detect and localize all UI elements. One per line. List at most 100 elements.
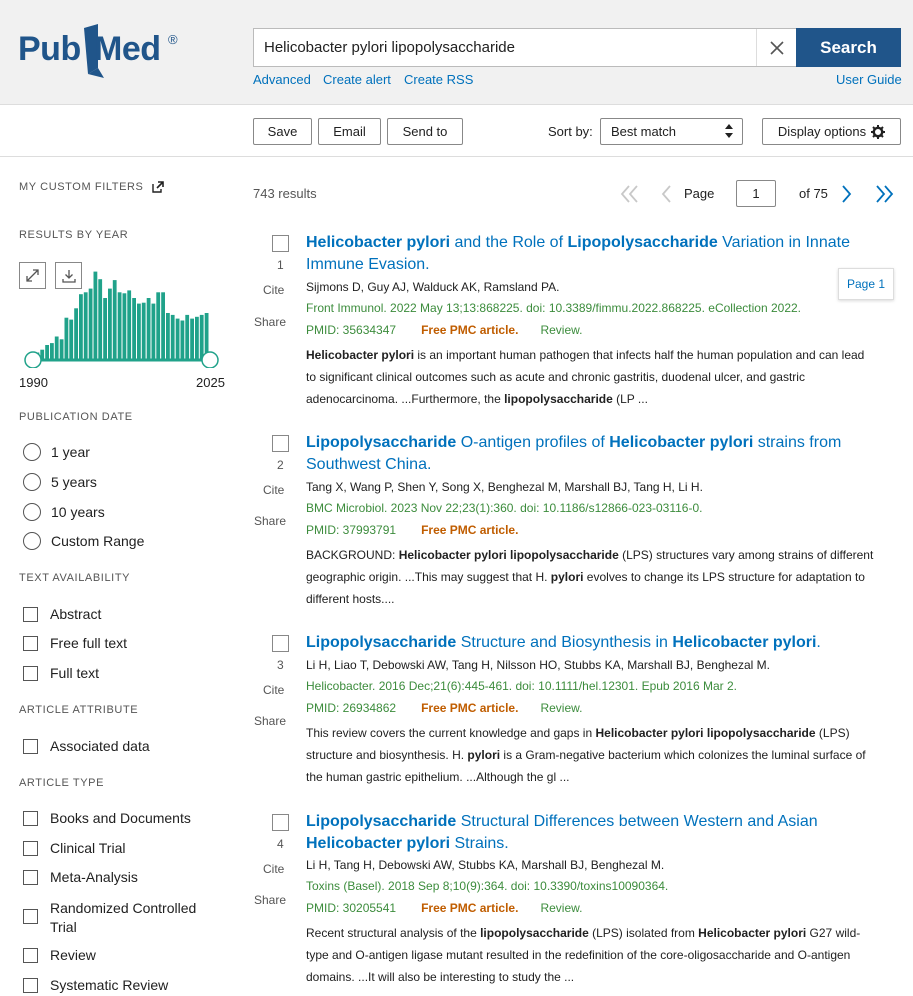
result-authors: Li H, Liao T, Debowski AW, Tang H, Nilss…: [306, 658, 770, 672]
type-filter-systematic-review[interactable]: Systematic Review: [23, 977, 168, 993]
checkbox[interactable]: [23, 635, 38, 651]
sort-by-label: Sort by:: [548, 124, 593, 139]
my-custom-filters-link[interactable]: MY CUSTOM FILTERS: [19, 181, 164, 193]
free-pmc-badge[interactable]: Free PMC article.: [421, 523, 518, 537]
result-select-checkbox[interactable]: [272, 814, 289, 831]
type-filter-randomized-controlled-trial[interactable]: Randomized Controlled Trial: [23, 899, 220, 937]
option-label: Custom Range: [51, 533, 145, 549]
highlighted-term: Lipopolysaccharide: [306, 434, 457, 451]
date-filter-custom-range[interactable]: Custom Range: [23, 532, 144, 550]
result-title-link[interactable]: Lipopolysaccharide Structural Difference…: [306, 811, 886, 855]
radio-button[interactable]: [23, 532, 41, 550]
histogram-bar: [64, 317, 69, 360]
free-pmc-badge[interactable]: Free PMC article.: [421, 901, 518, 915]
result-select-checkbox[interactable]: [272, 235, 289, 252]
result-authors: Sijmons D, Guy AJ, Walduck AK, Ramsland …: [306, 280, 560, 294]
histogram-bar: [127, 290, 132, 360]
type-filter-meta-analysis[interactable]: Meta-Analysis: [23, 869, 138, 885]
radio-button[interactable]: [23, 473, 41, 491]
highlighted-term: Lipopolysaccharide: [567, 234, 718, 251]
email-button[interactable]: Email: [318, 118, 381, 145]
result-title-link[interactable]: Lipopolysaccharide Structure and Biosynt…: [306, 632, 886, 654]
histogram-bar: [151, 303, 156, 360]
pubmed-logo[interactable]: Pub Med ®: [18, 22, 188, 80]
display-options-button[interactable]: Display options: [762, 118, 901, 145]
text-filter-abstract[interactable]: Abstract: [23, 606, 101, 622]
previous-page-icon[interactable]: [660, 185, 672, 203]
free-pmc-badge[interactable]: Free PMC article.: [421, 701, 518, 715]
checkbox[interactable]: [23, 869, 38, 885]
user-guide-link[interactable]: User Guide: [836, 72, 902, 87]
cite-button[interactable]: Cite: [263, 283, 284, 297]
search-query-text[interactable]: Helicobacter pylori lipopolysaccharide: [264, 39, 515, 56]
advanced-search-link[interactable]: Advanced: [253, 72, 311, 87]
search-input[interactable]: Helicobacter pylori lipopolysaccharide: [253, 28, 796, 67]
year-end-label: 2025: [196, 375, 225, 390]
checkbox[interactable]: [23, 665, 38, 681]
histogram-bar: [180, 320, 185, 360]
checkbox[interactable]: [23, 947, 38, 963]
option-label: Review: [50, 947, 96, 963]
histogram-bar: [190, 318, 194, 360]
share-button[interactable]: Share: [254, 315, 286, 329]
highlighted-term: Helicobacter pylori lipopolysaccharide: [398, 548, 619, 562]
create-rss-link[interactable]: Create RSS: [404, 72, 473, 87]
type-filter-books-and-documents[interactable]: Books and Documents: [23, 810, 191, 826]
checkbox[interactable]: [23, 909, 38, 924]
free-pmc-badge[interactable]: Free PMC article.: [421, 323, 518, 337]
share-button[interactable]: Share: [254, 893, 286, 907]
option-label: Free full text: [50, 635, 128, 651]
attribute-filter-associated-data[interactable]: Associated data: [23, 738, 150, 754]
first-page-icon[interactable]: [620, 185, 640, 203]
snippet-text: (LP ...: [612, 392, 648, 406]
next-page-icon[interactable]: [841, 185, 853, 203]
highlighted-term: Helicobacter pylori lipopolysaccharide: [595, 726, 816, 740]
send-to-button[interactable]: Send to: [387, 118, 463, 145]
share-button[interactable]: Share: [254, 714, 286, 728]
result-title-link[interactable]: Helicobacter pylori and the Role of Lipo…: [306, 232, 886, 276]
share-button[interactable]: Share: [254, 514, 286, 528]
histogram-bar: [79, 294, 83, 360]
date-filter-5-years[interactable]: 5 years: [23, 473, 97, 491]
type-filter-review[interactable]: Review: [23, 947, 96, 963]
gear-icon: [871, 124, 886, 139]
last-page-icon[interactable]: [874, 185, 894, 203]
radio-button[interactable]: [23, 503, 41, 521]
histogram-bar: [166, 313, 170, 360]
highlighted-term: Helicobacter pylori: [306, 835, 451, 852]
article-type-heading: ARTICLE TYPE: [19, 777, 105, 789]
checkbox[interactable]: [23, 606, 38, 622]
year-range-end-handle[interactable]: [201, 351, 219, 368]
save-button[interactable]: Save: [253, 118, 312, 145]
results-by-year-histogram[interactable]: [19, 258, 226, 368]
checkbox[interactable]: [23, 810, 38, 826]
histogram-bar: [50, 343, 54, 360]
radio-button[interactable]: [23, 443, 41, 461]
cite-button[interactable]: Cite: [263, 683, 284, 697]
date-filter-10-years[interactable]: 10 years: [23, 503, 105, 521]
page-number-input[interactable]: 1: [736, 180, 776, 207]
checkbox[interactable]: [23, 977, 38, 993]
result-select-checkbox[interactable]: [272, 435, 289, 452]
checkbox[interactable]: [23, 840, 38, 856]
year-range-start-handle[interactable]: [24, 351, 42, 368]
result-select-checkbox[interactable]: [272, 635, 289, 652]
result-title-link[interactable]: Lipopolysaccharide O-antigen profiles of…: [306, 432, 886, 476]
histogram-bar: [199, 314, 204, 360]
date-filter-1-year[interactable]: 1 year: [23, 443, 90, 461]
sort-by-value: Best match: [611, 124, 677, 139]
checkbox[interactable]: [23, 738, 38, 754]
title-text: Strains.: [450, 835, 509, 852]
create-alert-link[interactable]: Create alert: [323, 72, 391, 87]
histogram-bar: [132, 298, 136, 360]
text-filter-free-full-text[interactable]: Free full text: [23, 635, 127, 651]
search-button[interactable]: Search: [796, 28, 901, 67]
text-filter-full-text[interactable]: Full text: [23, 665, 99, 681]
sort-by-select[interactable]: Best match: [600, 118, 743, 145]
cite-button[interactable]: Cite: [263, 862, 284, 876]
type-filter-clinical-trial[interactable]: Clinical Trial: [23, 840, 125, 856]
highlighted-term: lipopolysaccharide: [480, 926, 589, 940]
cite-button[interactable]: Cite: [263, 483, 284, 497]
highlighted-term: Helicobacter pylori: [609, 434, 754, 451]
clear-search-button[interactable]: [756, 29, 796, 66]
